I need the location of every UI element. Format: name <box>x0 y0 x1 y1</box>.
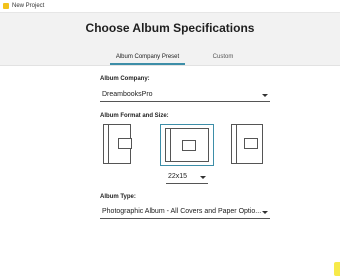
window-titlebar: New Project <box>0 0 340 13</box>
format-option-square[interactable] <box>228 124 266 164</box>
landscape-album-icon <box>165 128 209 162</box>
album-type-label: Album Type: <box>100 194 136 200</box>
album-type-value: Photographic Album - All Covers and Pape… <box>102 208 262 215</box>
chevron-down-icon <box>262 211 268 214</box>
album-company-select[interactable]: DreambooksPro <box>100 89 270 102</box>
page-header: Choose Album Specifications Album Compan… <box>0 13 340 66</box>
square-album-icon <box>231 124 263 164</box>
chevron-down-icon <box>200 176 206 179</box>
album-format-label: Album Format and Size: <box>100 113 169 119</box>
album-size-select[interactable]: 22x15 <box>166 171 208 184</box>
chevron-down-icon <box>262 94 268 97</box>
portrait-album-icon <box>103 124 132 164</box>
tab-album-company-preset[interactable]: Album Company Preset <box>110 51 185 65</box>
side-panel-tab[interactable] <box>334 262 340 276</box>
album-type-select[interactable]: Photographic Album - All Covers and Pape… <box>100 206 270 219</box>
app-icon <box>3 3 9 9</box>
album-company-value: DreambooksPro <box>102 91 153 98</box>
format-option-landscape[interactable] <box>160 124 214 166</box>
window-title: New Project <box>12 3 45 9</box>
album-size-value: 22x15 <box>168 173 188 180</box>
tab-custom[interactable]: Custom <box>198 51 248 63</box>
format-option-portrait[interactable] <box>100 124 134 164</box>
album-company-label: Album Company: <box>100 76 150 82</box>
page-title: Choose Album Specifications <box>85 21 255 35</box>
